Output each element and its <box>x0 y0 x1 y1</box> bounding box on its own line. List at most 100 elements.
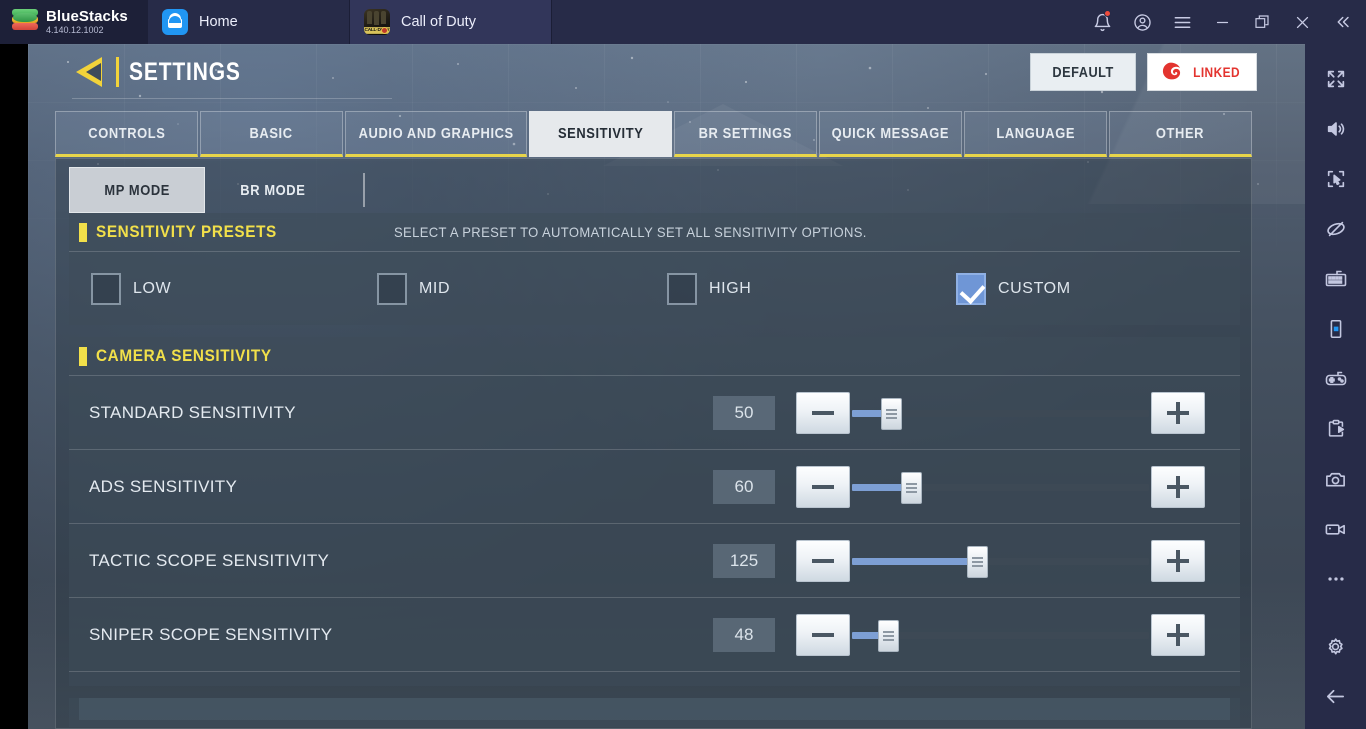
camera-icon[interactable] <box>1305 454 1366 504</box>
decrease-button[interactable] <box>796 391 850 434</box>
device-icon[interactable] <box>1305 304 1366 354</box>
slider-track[interactable] <box>852 471 1149 504</box>
tab-label: OTHER <box>1156 124 1205 142</box>
tab-language[interactable]: LANGUAGE <box>964 111 1108 157</box>
back-arrow-icon[interactable] <box>1305 671 1366 721</box>
bluestacks-brand: BlueStacks 4.140.12.1002 <box>0 0 148 44</box>
fullscreen-icon[interactable] <box>1305 54 1366 104</box>
camera-sensitivity-card: CAMERA SENSITIVITY STANDARD SENSITIVITY … <box>69 337 1240 686</box>
mode-label: BR MODE <box>240 181 306 199</box>
left-black-strip <box>0 44 28 729</box>
slider-tactic-scope-sensitivity[interactable] <box>796 539 1205 582</box>
page-title: SETTINGS <box>129 57 241 86</box>
row-value[interactable]: 48 <box>713 617 775 652</box>
slider-thumb[interactable] <box>901 471 923 504</box>
settings-tabs: CONTROLS BASIC AUDIO AND GRAPHICS SENSIT… <box>55 111 1252 157</box>
notifications-icon[interactable] <box>1082 0 1122 44</box>
cursor-target-icon[interactable] <box>1305 154 1366 204</box>
next-section-stub <box>69 698 1240 727</box>
linked-button[interactable]: LINKED <box>1147 53 1257 91</box>
video-record-icon[interactable] <box>1305 504 1366 554</box>
tab-other[interactable]: OTHER <box>1109 111 1252 157</box>
decrease-button[interactable] <box>796 539 850 582</box>
bluestacks-window: SETTINGS DEFAULT LINKED CONTROLS BASIC A… <box>0 0 1366 729</box>
slider-track[interactable] <box>852 397 1149 430</box>
checkbox-checked-icon[interactable] <box>956 272 986 305</box>
mode-mp[interactable]: MP MODE <box>69 167 205 213</box>
account-icon[interactable] <box>1122 0 1162 44</box>
preset-low[interactable]: LOW <box>91 272 377 305</box>
section-marker-icon <box>79 346 87 366</box>
checkbox-icon[interactable] <box>377 272 407 305</box>
checkbox-icon[interactable] <box>667 272 697 305</box>
decrease-button[interactable] <box>796 465 850 508</box>
increase-button[interactable] <box>1151 465 1205 508</box>
slider-ads-sensitivity[interactable] <box>796 465 1205 508</box>
row-ads-sensitivity: ADS SENSITIVITY 60 <box>69 450 1240 523</box>
slider-fill <box>852 557 977 565</box>
presets-title: SENSITIVITY PRESETS <box>96 222 277 241</box>
slider-track[interactable] <box>852 545 1149 578</box>
row-label: SNIPER SCOPE SENSITIVITY <box>89 624 333 644</box>
mode-switch: MP MODE BR MODE <box>69 167 365 213</box>
preset-mid[interactable]: MID <box>377 272 667 305</box>
increase-button[interactable] <box>1151 613 1205 656</box>
row-label: STANDARD SENSITIVITY <box>89 402 296 422</box>
row-value[interactable]: 125 <box>713 543 775 578</box>
preset-custom[interactable]: CUSTOM <box>956 272 1071 305</box>
home-icon <box>162 9 188 35</box>
eye-off-icon[interactable] <box>1305 204 1366 254</box>
tab-label: AUDIO AND GRAPHICS <box>358 124 514 142</box>
settings-scroll-area[interactable]: SENSITIVITY PRESETS SELECT A PRESET TO A… <box>69 213 1240 727</box>
mode-br[interactable]: BR MODE <box>205 167 341 213</box>
more-options-icon[interactable] <box>1305 554 1366 604</box>
back-triangle-icon[interactable] <box>72 52 116 92</box>
tab-br-settings[interactable]: BR SETTINGS <box>674 111 818 157</box>
titlebar-spacer <box>552 0 1082 44</box>
window-tab-call-of-duty[interactable]: CALL·DUTY Call of Duty <box>350 0 552 44</box>
increase-button[interactable] <box>1151 539 1205 582</box>
notification-badge <box>1104 10 1111 17</box>
preset-label: HIGH <box>709 279 752 297</box>
collapse-icon[interactable] <box>1322 0 1362 44</box>
preset-options: LOW MID HIGH CUSTOM <box>69 252 1240 325</box>
tab-quick-message[interactable]: QUICK MESSAGE <box>819 111 963 157</box>
row-value[interactable]: 50 <box>713 395 775 430</box>
tab-basic[interactable]: BASIC <box>199 111 343 157</box>
preset-high[interactable]: HIGH <box>667 272 956 305</box>
garena-logo-icon <box>1159 60 1183 84</box>
slider-thumb[interactable] <box>966 545 988 578</box>
volume-icon[interactable] <box>1305 104 1366 154</box>
keyboard-icon[interactable] <box>1305 254 1366 304</box>
tab-label: SENSITIVITY <box>557 124 644 142</box>
restore-icon[interactable] <box>1242 0 1282 44</box>
title-accent-bar <box>116 57 119 87</box>
default-button[interactable]: DEFAULT <box>1030 53 1136 91</box>
increase-button[interactable] <box>1151 391 1205 434</box>
tab-sensitivity[interactable]: SENSITIVITY <box>529 111 673 157</box>
slider-standard-sensitivity[interactable] <box>796 391 1205 434</box>
tab-audio-and-graphics[interactable]: AUDIO AND GRAPHICS <box>344 111 528 157</box>
bluestacks-sidebar <box>1305 44 1366 729</box>
titlebar-actions <box>1082 0 1366 44</box>
presets-hint: SELECT A PRESET TO AUTOMATICALLY SET ALL… <box>394 224 867 240</box>
slider-sniper-scope-sensitivity[interactable] <box>796 613 1205 656</box>
macro-icon[interactable] <box>1305 404 1366 454</box>
close-icon[interactable] <box>1282 0 1322 44</box>
slider-track[interactable] <box>852 619 1149 652</box>
decrease-button[interactable] <box>796 613 850 656</box>
row-label: TACTIC SCOPE SENSITIVITY <box>89 550 330 570</box>
minimize-icon[interactable] <box>1202 0 1242 44</box>
preset-label: LOW <box>133 279 172 297</box>
row-value[interactable]: 60 <box>713 469 775 504</box>
tab-controls[interactable]: CONTROLS <box>55 111 198 157</box>
row-label: ADS SENSITIVITY <box>89 476 238 496</box>
header-actions: DEFAULT LINKED <box>1030 53 1257 91</box>
slider-thumb[interactable] <box>877 619 899 652</box>
window-tab-home[interactable]: Home <box>148 0 350 44</box>
checkbox-icon[interactable] <box>91 272 121 305</box>
hamburger-menu-icon[interactable] <box>1162 0 1202 44</box>
gear-icon[interactable] <box>1305 621 1366 671</box>
slider-thumb[interactable] <box>880 397 902 430</box>
gamepad-icon[interactable] <box>1305 354 1366 404</box>
